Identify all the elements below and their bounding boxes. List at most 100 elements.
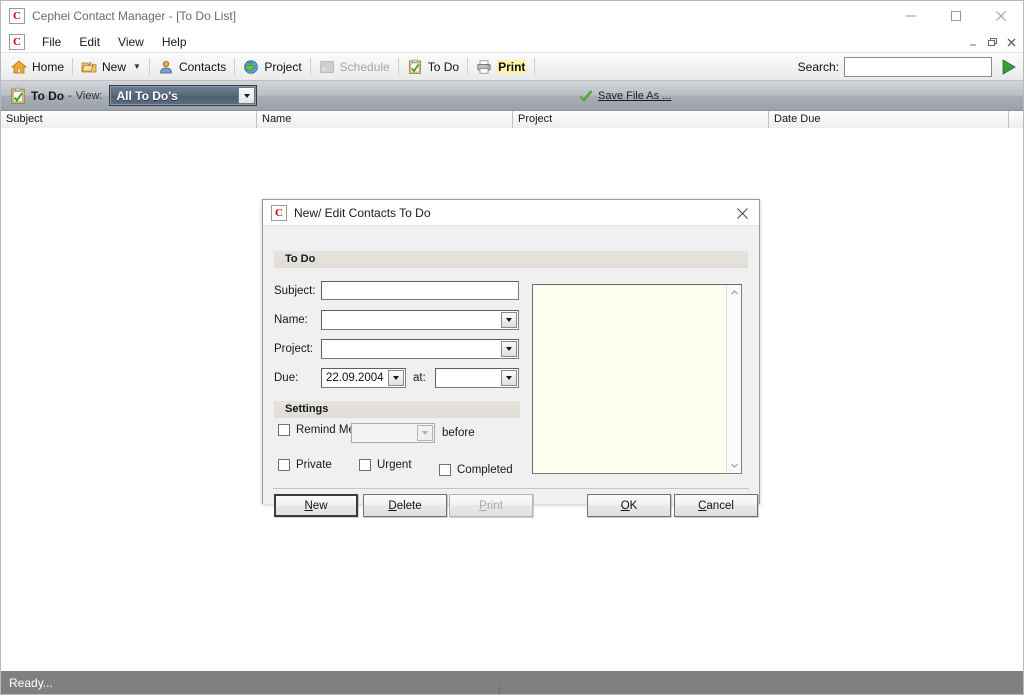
- checkbox-box[interactable]: [278, 424, 290, 436]
- toolbar-button-contacts[interactable]: Contacts: [152, 56, 232, 78]
- notes-text[interactable]: [533, 285, 726, 473]
- checkbox-box[interactable]: [278, 459, 290, 471]
- due-time-combo[interactable]: [435, 368, 519, 388]
- completed-checkbox[interactable]: Completed: [439, 464, 513, 476]
- project-label: Project:: [274, 343, 313, 355]
- save-file-as-link[interactable]: Save File As ...: [579, 89, 671, 103]
- window-title: Cephei Contact Manager - [To Do List]: [32, 9, 237, 23]
- remind-interval-combo[interactable]: [351, 423, 435, 443]
- remind-me-label: Remind Me:: [296, 424, 358, 436]
- delete-button-rest: elete: [396, 499, 422, 512]
- column-header-date-due[interactable]: Date Due: [769, 111, 1009, 128]
- print-button: Print: [449, 494, 533, 517]
- urgent-checkbox[interactable]: Urgent: [359, 459, 412, 471]
- window-maximize-button[interactable]: [933, 1, 978, 31]
- due-date-combo[interactable]: 22.09.2004: [321, 368, 406, 388]
- mdi-minimize-icon: [970, 44, 976, 45]
- remind-me-checkbox[interactable]: Remind Me:: [278, 424, 358, 436]
- due-time-dropdown-button[interactable]: [501, 370, 517, 386]
- private-checkbox[interactable]: Private: [278, 459, 332, 471]
- toolbar-separator: [467, 58, 469, 75]
- checkbox-box[interactable]: [439, 464, 451, 476]
- mdi-restore-button[interactable]: [983, 33, 1002, 51]
- toolbar-label-schedule: Schedule: [339, 59, 390, 74]
- mdi-window-controls: [964, 31, 1021, 53]
- view-selector-dropdown-button[interactable]: [238, 87, 256, 104]
- cancel-button-rest: ancel: [706, 499, 734, 512]
- mdi-close-button[interactable]: [1002, 33, 1021, 51]
- list-column-headers: Subject Name Project Date Due: [1, 111, 1023, 128]
- toolbar-button-print[interactable]: Print: [470, 56, 532, 78]
- toolbar-separator: [148, 58, 150, 75]
- menu-item-view[interactable]: View: [109, 33, 153, 51]
- column-header-subject[interactable]: Subject: [1, 111, 257, 128]
- printer-icon: [477, 59, 491, 74]
- green-check-icon: [579, 89, 593, 102]
- checkbox-box[interactable]: [359, 459, 371, 471]
- private-label: Private: [296, 459, 332, 471]
- toolbar-label-contacts: Contacts: [178, 59, 227, 74]
- scroll-up-icon[interactable]: [727, 285, 742, 300]
- cancel-button[interactable]: Cancel: [674, 494, 758, 517]
- view-band-view-label: View:: [75, 89, 103, 102]
- name-combo-dropdown-button[interactable]: [501, 312, 517, 328]
- new-folder-icon: [81, 61, 97, 72]
- at-label: at:: [413, 372, 426, 384]
- name-combo[interactable]: [321, 310, 519, 330]
- column-header-project[interactable]: Project: [513, 111, 769, 128]
- toolbar-separator: [534, 58, 536, 75]
- dialog-button-row: New Delete Print OK Cancel: [263, 494, 759, 522]
- remind-interval-dropdown-button[interactable]: [417, 425, 433, 441]
- main-toolbar: Home New ▼ Contacts Project Schedule To …: [1, 53, 1023, 81]
- due-label: Due:: [274, 372, 299, 384]
- view-selector-combo[interactable]: All To Do's: [109, 85, 258, 106]
- mdi-restore-icon: [988, 37, 997, 46]
- notes-memo[interactable]: [532, 284, 742, 474]
- mdi-minimize-button[interactable]: [964, 33, 983, 51]
- close-icon: [995, 11, 1006, 21]
- dialog-body: To Do Subject: Name: Project: Due: 22.09…: [263, 226, 759, 517]
- app-logo-icon: C: [9, 8, 25, 24]
- toolbar-button-project[interactable]: Project: [237, 56, 307, 78]
- due-date-dropdown-button[interactable]: [388, 370, 404, 386]
- ok-button[interactable]: OK: [587, 494, 671, 517]
- maximize-icon: [950, 11, 961, 21]
- new-button-accel: N: [304, 499, 313, 512]
- toolbar-label-project: Project: [264, 59, 302, 74]
- mdi-close-icon: [1007, 38, 1016, 46]
- dialog-close-button[interactable]: [725, 200, 759, 226]
- view-band-dash: -: [68, 89, 72, 102]
- toolbar-separator: [72, 58, 74, 75]
- ok-button-accel: O: [620, 499, 630, 512]
- toolbar-button-todo[interactable]: To Do: [401, 56, 465, 78]
- search-label: Search:: [797, 60, 839, 74]
- menu-item-help[interactable]: Help: [153, 33, 196, 51]
- menu-item-edit[interactable]: Edit: [70, 33, 109, 51]
- toolbar-button-new[interactable]: New ▼: [75, 56, 147, 78]
- search-input[interactable]: [844, 57, 992, 77]
- subject-label: Subject:: [274, 285, 316, 297]
- new-button[interactable]: New: [274, 494, 358, 517]
- new-edit-todo-dialog: C New/ Edit Contacts To Do To Do Subject…: [262, 199, 760, 517]
- chevron-down-icon: [731, 463, 738, 468]
- window-close-button[interactable]: [978, 1, 1023, 31]
- home-icon: [11, 59, 27, 73]
- delete-button[interactable]: Delete: [363, 494, 447, 517]
- window-minimize-button[interactable]: [888, 1, 933, 31]
- scroll-down-icon[interactable]: [727, 458, 742, 473]
- chevron-down-icon: [243, 93, 250, 98]
- project-combo-dropdown-button[interactable]: [501, 341, 517, 357]
- notes-scrollbar[interactable]: [726, 285, 741, 473]
- subject-input[interactable]: [321, 281, 519, 300]
- ok-button-rest: K: [629, 499, 638, 512]
- toolbar-button-home[interactable]: Home: [5, 56, 70, 78]
- view-selector-value: All To Do's: [116, 88, 178, 103]
- search-go-button[interactable]: [997, 56, 1019, 78]
- project-combo[interactable]: [321, 339, 519, 359]
- project-globe-icon: [244, 59, 259, 74]
- dialog-titlebar: C New/ Edit Contacts To Do: [263, 200, 759, 226]
- status-text: Ready...: [9, 675, 53, 690]
- menu-item-file[interactable]: File: [33, 33, 70, 51]
- column-header-name[interactable]: Name: [257, 111, 513, 128]
- toolbar-separator: [309, 58, 311, 75]
